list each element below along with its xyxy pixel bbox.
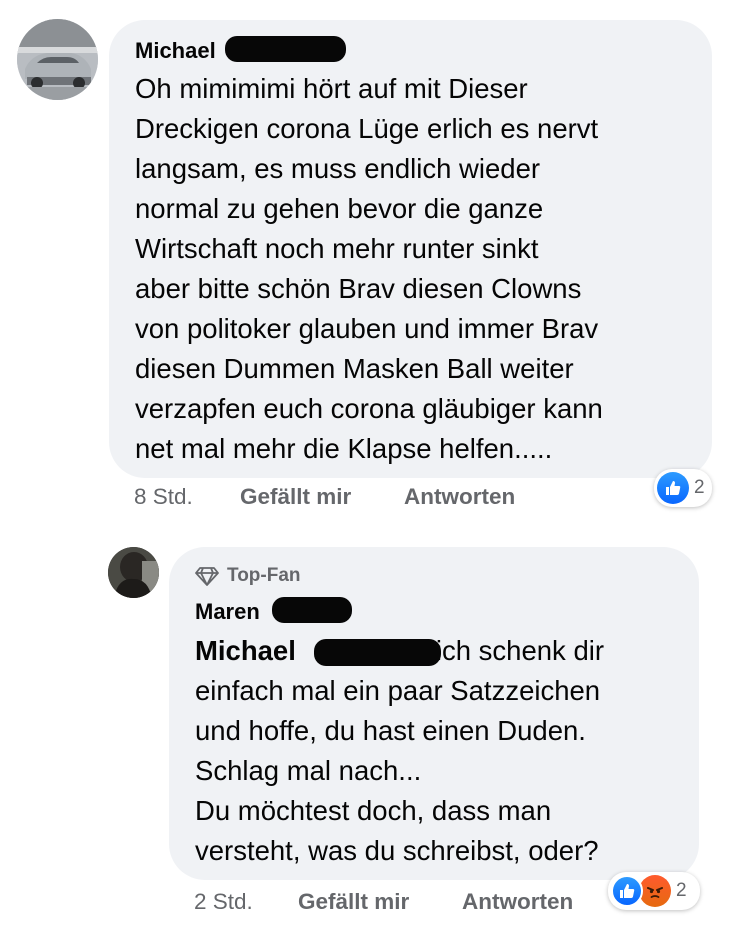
reply-timestamp[interactable]: 2 Std. [194, 889, 253, 915]
comment-line: diesen Dummen Masken Ball weiter [135, 353, 574, 384]
comment-line: von politoker glauben und immer Brav [135, 313, 599, 344]
comment-author-name[interactable]: Michael [135, 38, 216, 64]
reply-button[interactable]: Antworten [404, 484, 515, 510]
redacted-surname [272, 597, 352, 623]
comment-line: aber bitte schön Brav diesen Clowns [135, 273, 582, 304]
redacted-mention-surname [314, 639, 441, 666]
avatar[interactable] [17, 19, 98, 100]
reply-button[interactable]: Antworten [462, 889, 573, 915]
redacted-surname [225, 36, 346, 62]
avatar[interactable] [108, 547, 159, 598]
reaction-count: 2 [694, 477, 705, 498]
mention-tag[interactable]: Michael [195, 635, 296, 666]
reply-author-name[interactable]: Maren [195, 599, 260, 625]
comment-text: Oh mimimimi hört auf mit Dieser Dreckige… [135, 69, 603, 469]
like-button[interactable]: Gefällt mir [240, 484, 351, 510]
comment-line: net mal mehr die Klapse helfen..... [135, 433, 553, 464]
reply-line: und hoffe, du hast einen Duden. [195, 715, 586, 746]
top-fan-badge: Top-Fan [195, 565, 301, 587]
reply-line: Schlag mal nach... [195, 755, 422, 786]
like-icon [611, 875, 643, 907]
reply-line: einfach mal ein paar Satzzeichen [195, 675, 601, 706]
comment-line: Dreckigen corona Lüge erlich es nervt [135, 113, 599, 144]
comment-line: langsam, es muss endlich wieder [135, 153, 541, 184]
profile-photo-icon [108, 547, 159, 598]
diamond-icon [195, 567, 219, 586]
reply-line: ich schenk dir [435, 635, 605, 666]
like-button[interactable]: Gefällt mir [298, 889, 409, 915]
comment-line: Oh mimimimi hört auf mit Dieser [135, 73, 528, 104]
reply-line: versteht, was du schreibst, oder? [195, 835, 599, 866]
comment-timestamp[interactable]: 8 Std. [134, 484, 193, 510]
reaction-summary[interactable]: 2 [608, 872, 700, 910]
car-photo-icon [17, 19, 98, 100]
comment-line: Wirtschaft noch mehr runter sinkt [135, 233, 539, 264]
angry-icon [639, 875, 671, 907]
comment-line: verzapfen euch corona gläubiger kann [135, 393, 603, 424]
top-fan-label: Top-Fan [227, 565, 301, 586]
reaction-count: 2 [676, 880, 687, 901]
reply-line: Du möchtest doch, dass man [195, 795, 552, 826]
comment-actions: 8 Std. Gefällt mir Antworten [0, 484, 741, 514]
comment-line: normal zu gehen bevor die ganze [135, 193, 544, 224]
reaction-summary[interactable]: 2 [654, 469, 712, 507]
like-icon [657, 472, 689, 504]
reply-text: Michael ich schenk dir einfach mal ein pa… [195, 631, 604, 871]
